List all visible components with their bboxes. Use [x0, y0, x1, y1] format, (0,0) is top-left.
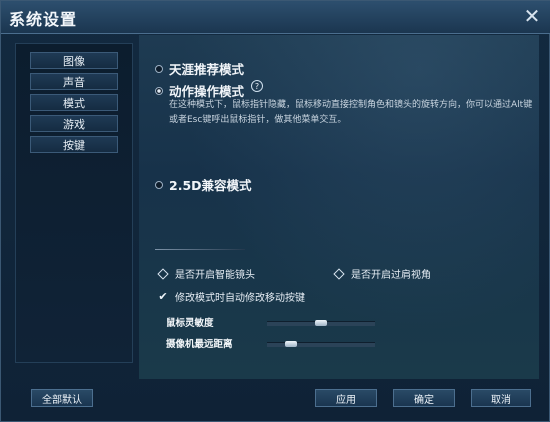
divider: [155, 249, 245, 250]
option-label: 修改模式时自动修改移动按键: [175, 293, 305, 304]
settings-sidebar: 图像 声音 模式 游戏 按键: [15, 43, 133, 363]
diamond-toggle-icon[interactable]: [333, 267, 345, 280]
option-label: 是否开启过肩视角: [351, 270, 431, 281]
ok-button[interactable]: 确定: [393, 389, 455, 407]
slider-thumb[interactable]: [285, 341, 297, 347]
info-icon[interactable]: ?: [251, 80, 263, 92]
cancel-button[interactable]: 取消: [471, 389, 531, 407]
radio-button[interactable]: [155, 64, 163, 73]
checkmark-icon[interactable]: ✔: [157, 290, 169, 303]
close-icon[interactable]: ✕: [521, 5, 543, 27]
window-title: 系统设置: [9, 10, 78, 29]
sidebar-item-sound[interactable]: 声音: [30, 73, 118, 90]
radio-tianya-mode[interactable]: 天涯推荐模式: [155, 59, 244, 78]
camera-distance-label: 摄像机最远距离: [166, 339, 233, 350]
title-bar: 系统设置 ✕: [1, 1, 550, 34]
radio-label: 天涯推荐模式: [169, 62, 245, 77]
camera-distance-slider[interactable]: [267, 341, 375, 347]
radio-2-5d-mode[interactable]: 2.5D兼容模式: [155, 175, 252, 194]
option-label: 是否开启智能镜头: [175, 270, 255, 281]
apply-button[interactable]: 应用: [315, 389, 377, 407]
option-smart-camera[interactable]: 是否开启智能镜头: [157, 266, 255, 281]
radio-button-selected[interactable]: [155, 86, 163, 95]
sidebar-item-game[interactable]: 游戏: [30, 115, 118, 132]
mouse-sensitivity-slider[interactable]: [267, 320, 375, 326]
option-auto-modify-move-keys[interactable]: ✔ 修改模式时自动修改移动按键: [157, 289, 305, 304]
diamond-toggle-icon[interactable]: [157, 267, 169, 280]
action-mode-description: 在这种模式下，鼠标指针隐藏，鼠标移动直接控制角色和镜头的旋转方向，你可以通过Al…: [169, 100, 533, 125]
sidebar-item-mode[interactable]: 模式: [30, 94, 118, 111]
slider-thumb[interactable]: [315, 320, 327, 326]
settings-window: 系统设置 ✕ 图像 声音 模式 游戏 按键 天涯推荐模式 动作操作模式 ? 在这…: [0, 0, 550, 422]
sidebar-item-graphics[interactable]: 图像: [30, 52, 118, 69]
mouse-sensitivity-label: 鼠标灵敏度: [166, 318, 214, 329]
sidebar-item-keys[interactable]: 按键: [30, 136, 118, 153]
radio-button[interactable]: [155, 180, 163, 189]
option-over-shoulder[interactable]: 是否开启过肩视角: [333, 266, 431, 281]
mode-panel: 天涯推荐模式 动作操作模式 ? 在这种模式下，鼠标指针隐藏，鼠标移动直接控制角色…: [139, 35, 539, 379]
radio-label: 2.5D兼容模式: [169, 178, 252, 193]
all-default-button[interactable]: 全部默认: [31, 389, 93, 407]
